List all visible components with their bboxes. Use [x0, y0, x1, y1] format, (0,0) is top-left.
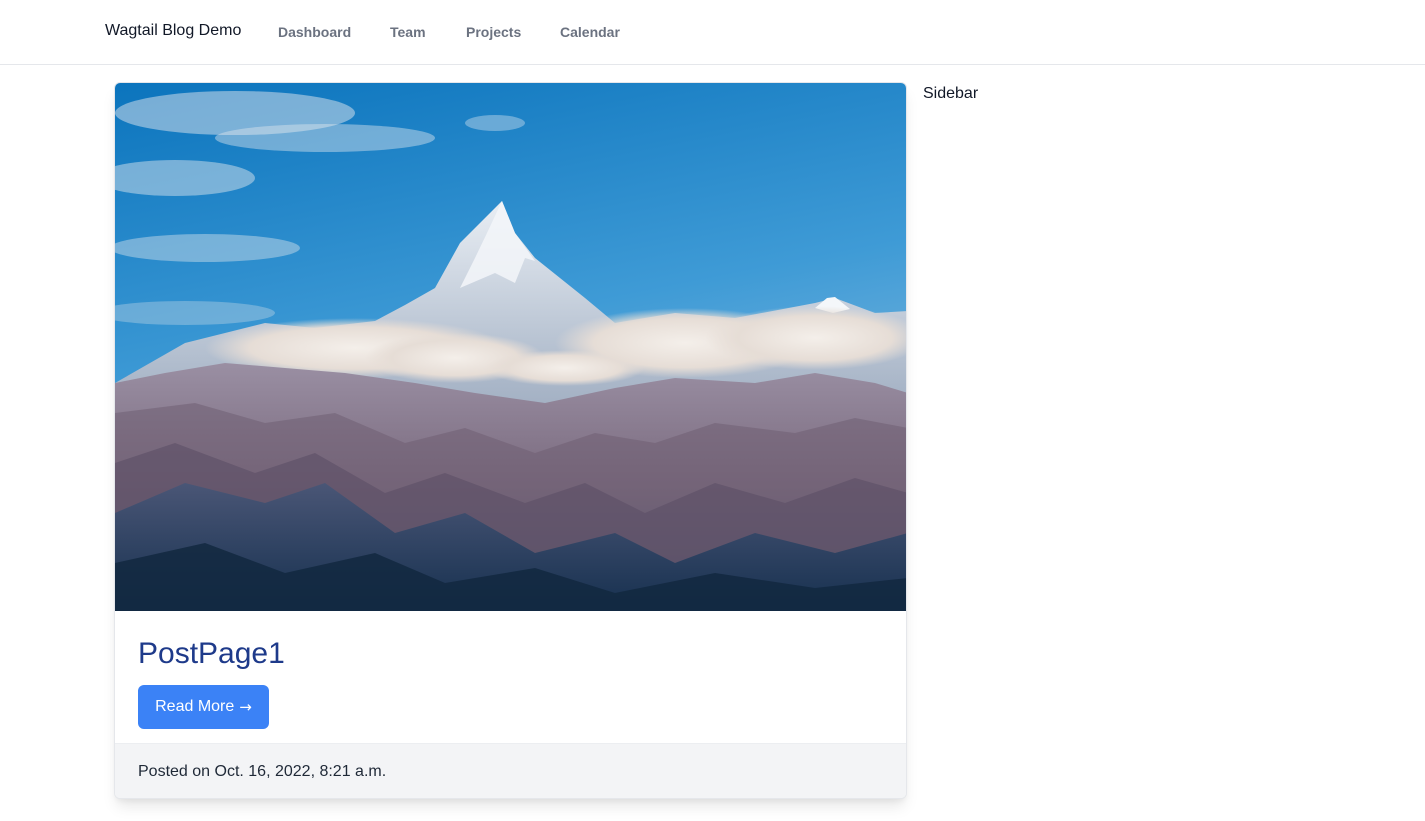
- read-more-button[interactable]: Read More →: [138, 685, 269, 729]
- post-hero-image: [115, 83, 906, 611]
- nav-link-dashboard[interactable]: Dashboard: [278, 24, 351, 40]
- post-card-footer: Posted on Oct. 16, 2022, 8:21 a.m.: [115, 743, 906, 798]
- top-navbar: Wagtail Blog Demo Dashboard Team Project…: [0, 0, 1425, 65]
- post-card: PostPage1 Read More → Posted on Oct. 16,…: [114, 82, 907, 799]
- nav-link-projects[interactable]: Projects: [466, 24, 521, 40]
- post-date: Posted on Oct. 16, 2022, 8:21 a.m.: [138, 763, 387, 780]
- sidebar-title: Sidebar: [923, 85, 979, 102]
- nav-link-team[interactable]: Team: [390, 24, 426, 40]
- post-title-link[interactable]: PostPage1: [138, 637, 285, 671]
- arrow-right-icon: →: [239, 698, 252, 716]
- read-more-label: Read More: [155, 698, 235, 715]
- site-brand-link[interactable]: Wagtail Blog Demo: [105, 22, 241, 40]
- nav-link-calendar[interactable]: Calendar: [560, 24, 620, 40]
